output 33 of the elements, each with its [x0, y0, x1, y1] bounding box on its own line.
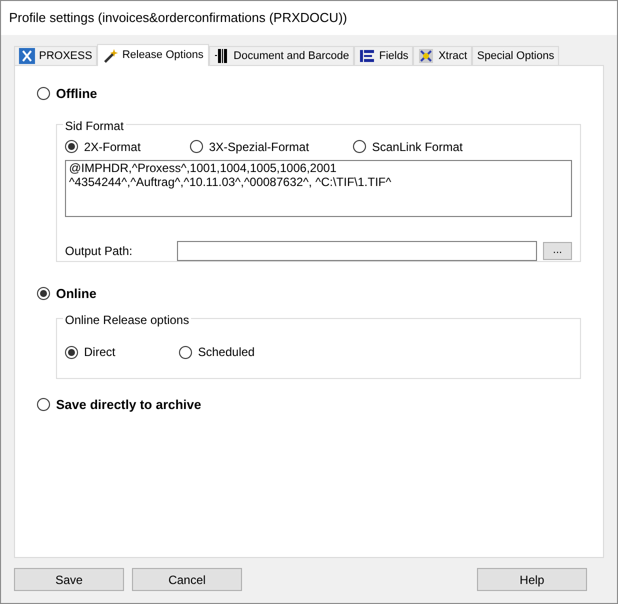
radio-button[interactable] [190, 140, 203, 153]
radio-label: ScanLink Format [372, 138, 463, 156]
radio-label: Offline [56, 85, 98, 103]
window-title: Profile settings (invoices&orderconfirmations (PRXDOCU)) [1, 1, 617, 35]
radio-button[interactable] [65, 346, 78, 358]
radio-button[interactable] [65, 140, 78, 153]
radio-button[interactable] [353, 140, 366, 153]
cancel-button[interactable]: Cancel [132, 568, 242, 591]
radio-button[interactable] [37, 286, 50, 300]
radio-label: 3X-Spezial-Format [209, 138, 310, 156]
radio-button[interactable] [37, 87, 50, 100]
wand-icon [102, 48, 118, 64]
field-label: Output Path: [65, 242, 134, 260]
radio-button[interactable] [179, 346, 192, 358]
barcode-icon [214, 48, 230, 64]
radio-label: Direct [84, 344, 116, 361]
radio-label: Online [56, 284, 96, 302]
tab[interactable]: Special Options [472, 46, 560, 65]
tab[interactable]: Release Options [97, 44, 209, 66]
save-button[interactable]: Save [14, 568, 124, 591]
help-button[interactable]: Help [477, 568, 587, 591]
list-icon [359, 48, 376, 64]
tab[interactable]: Document and Barcode [208, 46, 354, 65]
output-path-field[interactable] [177, 240, 537, 260]
radio-label: Save directly to archive [56, 396, 202, 414]
radio-label: Scheduled [198, 344, 255, 361]
tab[interactable]: Fields [354, 46, 414, 65]
tab[interactable]: PROXESS [14, 46, 98, 65]
radio-label: 2X-Format [84, 138, 141, 156]
radio-button[interactable] [37, 398, 50, 412]
text-area[interactable]: @IMPHDR,^Proxess^,1001,1004,1005,1006,2001 ^4354244^,^Auftrag^,^10.11.03^,^00087632^, ^C:\TIF\1.TIF^ [65, 160, 572, 216]
tab[interactable]: Xtract [413, 46, 472, 65]
browse-button[interactable]: ... [543, 242, 572, 260]
